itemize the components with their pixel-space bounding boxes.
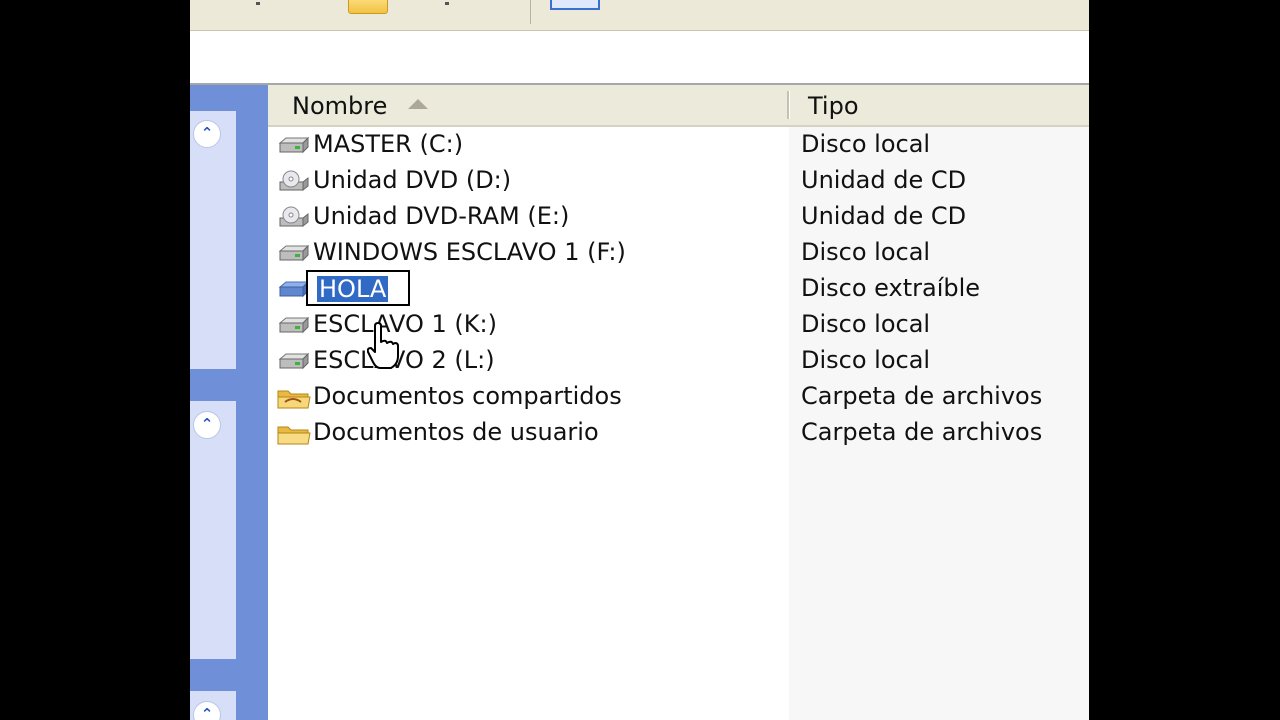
- item-name: Documentos de usuario: [313, 418, 599, 446]
- task-pane-group: [190, 111, 236, 369]
- folder-icon: [277, 426, 311, 445]
- toolbar: [190, 0, 1089, 31]
- column-header: Nombre Tipo: [268, 85, 1089, 127]
- hard-drive-icon: [278, 316, 310, 334]
- item-type: Disco local: [801, 130, 931, 158]
- toolbar-button-fragment[interactable]: [445, 2, 449, 5]
- item-name: ESCLAVO 2 (L:): [313, 346, 495, 374]
- list-item[interactable]: MASTER (C:) Disco local: [268, 127, 1089, 163]
- toolbar-separator: [530, 0, 531, 24]
- item-type: Disco local: [801, 310, 931, 338]
- list-item[interactable]: Unidad DVD (D:) Unidad de CD: [268, 163, 1089, 199]
- dvd-drive-icon: [279, 206, 309, 228]
- item-name: Documentos compartidos: [313, 382, 622, 410]
- item-type: Carpeta de archivos: [801, 382, 1043, 410]
- toolbar-button-fragment[interactable]: [256, 2, 260, 5]
- task-pane: ⌃ ⌃ ⌃: [190, 85, 268, 720]
- collapse-chevron-icon[interactable]: ⌃: [193, 411, 221, 439]
- item-name: Unidad DVD (D:): [313, 166, 512, 194]
- column-header-name[interactable]: Nombre: [292, 92, 387, 120]
- item-type: Disco extraíble: [801, 274, 981, 302]
- dvd-drive-icon: [279, 170, 309, 192]
- explorer-window: ⌃ ⌃ ⌃ Nombre Tipo MASTER (C:) Disco loca…: [190, 0, 1089, 720]
- task-pane-group: [190, 401, 236, 659]
- address-bar[interactable]: [190, 33, 1089, 85]
- hard-drive-icon: [278, 244, 310, 262]
- column-header-type[interactable]: Tipo: [808, 92, 859, 120]
- file-list[interactable]: Nombre Tipo MASTER (C:) Disco local Unid…: [268, 85, 1089, 720]
- item-name: WINDOWS ESCLAVO 1 (F:): [313, 238, 626, 266]
- item-name: MASTER (C:): [313, 130, 464, 158]
- shared-folder-icon: [277, 390, 311, 409]
- collapse-chevron-icon[interactable]: ⌃: [193, 120, 221, 148]
- rename-selected-text[interactable]: HOLA: [317, 276, 389, 303]
- sort-ascending-icon: [408, 99, 428, 109]
- rename-input[interactable]: HOLA: [306, 270, 410, 306]
- item-type: Disco local: [801, 238, 931, 266]
- list-item[interactable]: Documentos de usuario Carpeta de archivo…: [268, 415, 1089, 451]
- list-item[interactable]: Unidad DVD-RAM (E:) Unidad de CD: [268, 199, 1089, 235]
- column-resize-handle[interactable]: [787, 91, 790, 119]
- folders-icon[interactable]: [348, 0, 388, 14]
- hand-pointer-icon: [367, 322, 399, 369]
- item-type: Unidad de CD: [801, 166, 967, 194]
- item-type: Disco local: [801, 346, 931, 374]
- item-name: ESCLAVO 1 (K:): [313, 310, 497, 338]
- item-name: Unidad DVD-RAM (E:): [313, 202, 570, 230]
- list-item[interactable]: WINDOWS ESCLAVO 1 (F:) Disco local: [268, 235, 1089, 271]
- item-type: Carpeta de archivos: [801, 418, 1043, 446]
- hard-drive-icon: [278, 136, 310, 154]
- list-item[interactable]: Documentos compartidos Carpeta de archiv…: [268, 379, 1089, 415]
- item-type: Unidad de CD: [801, 202, 967, 230]
- list-item-renaming[interactable]: HOLA Disco extraíble: [268, 270, 1089, 307]
- hard-drive-icon: [278, 352, 310, 370]
- views-icon[interactable]: [550, 0, 600, 10]
